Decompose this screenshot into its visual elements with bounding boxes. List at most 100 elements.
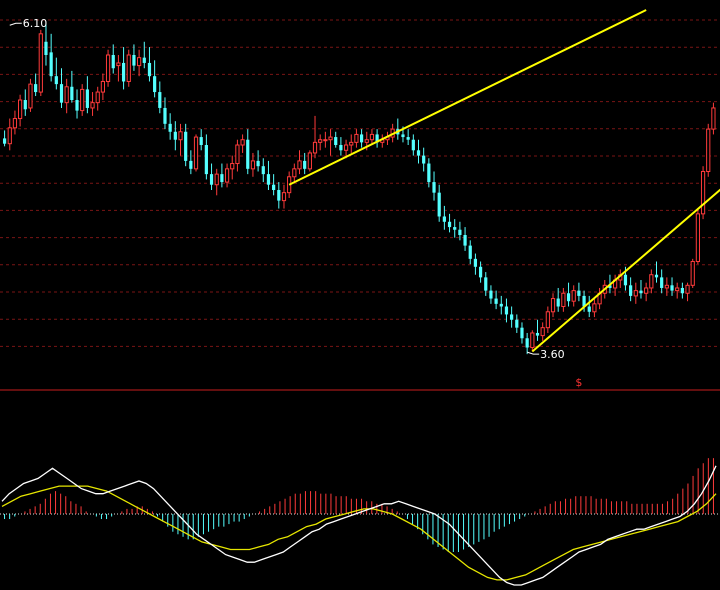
candle-body xyxy=(49,52,53,77)
candle xyxy=(199,129,203,151)
candle xyxy=(100,73,105,101)
candle xyxy=(515,314,519,333)
candle xyxy=(571,285,576,307)
candle-body xyxy=(303,160,307,169)
candle-body xyxy=(163,107,167,124)
candle-body xyxy=(442,216,446,222)
candle-body xyxy=(95,91,100,104)
candle xyxy=(468,240,472,265)
candle xyxy=(256,150,260,172)
candle xyxy=(587,295,591,318)
candle xyxy=(193,134,199,172)
candle xyxy=(85,76,89,114)
candle xyxy=(550,293,556,318)
candle-body xyxy=(312,141,318,154)
candle xyxy=(95,86,100,111)
candle xyxy=(437,184,441,222)
candle xyxy=(281,184,287,209)
candle-body xyxy=(432,182,436,193)
candlestick-series xyxy=(2,23,716,355)
candle-body xyxy=(349,141,354,146)
macd-dif-line xyxy=(1,465,717,586)
candle xyxy=(7,118,12,151)
candle xyxy=(312,115,318,159)
candle-body xyxy=(359,134,364,143)
candle-body xyxy=(354,133,359,143)
annotation-pointer xyxy=(9,22,22,26)
candle xyxy=(235,139,240,172)
candle-body xyxy=(406,137,410,140)
candle xyxy=(597,287,602,310)
candle-body xyxy=(535,332,540,336)
candle-body xyxy=(458,229,462,236)
candle xyxy=(525,332,529,355)
candle xyxy=(566,282,571,307)
candle-body xyxy=(489,290,493,299)
candle xyxy=(618,269,623,288)
price-annotations: 6.10 3.60 $ xyxy=(9,17,582,389)
candle xyxy=(70,70,74,103)
candle-body xyxy=(34,84,38,93)
candle-body xyxy=(649,274,654,289)
candle-body xyxy=(178,131,183,141)
candle xyxy=(153,60,157,98)
candle-body xyxy=(126,54,131,82)
candle-body xyxy=(328,136,333,141)
candle xyxy=(38,29,43,97)
candle-body xyxy=(111,55,115,69)
candle-body xyxy=(520,327,524,339)
candle-body xyxy=(629,285,633,296)
candle-body xyxy=(214,173,219,186)
candle xyxy=(499,295,503,315)
candle xyxy=(158,81,162,114)
candle-body xyxy=(437,192,441,217)
candle xyxy=(494,290,498,310)
candle xyxy=(545,306,550,333)
candle-body xyxy=(281,192,287,202)
candle-body xyxy=(540,327,545,337)
candle-body xyxy=(473,258,478,267)
candle xyxy=(664,277,669,296)
candle-body xyxy=(484,277,488,291)
candle xyxy=(142,41,146,69)
candle-body xyxy=(2,138,7,144)
candle-body xyxy=(100,80,105,93)
candle xyxy=(685,282,690,302)
candle xyxy=(64,78,69,114)
candle xyxy=(328,129,333,156)
candle-body xyxy=(639,290,643,294)
candle-body xyxy=(121,62,126,82)
candle-body xyxy=(685,284,690,294)
candle-body xyxy=(339,145,343,151)
candle xyxy=(277,182,281,209)
candle-body xyxy=(592,303,597,313)
candle xyxy=(220,163,224,188)
candle-body xyxy=(700,170,706,215)
candle-body xyxy=(105,54,111,82)
candle xyxy=(406,129,410,146)
candle-body xyxy=(240,139,245,146)
candle-body xyxy=(70,86,74,101)
candle-body xyxy=(38,33,43,93)
candle-body xyxy=(132,55,136,66)
candle-body xyxy=(427,163,431,183)
candle xyxy=(116,55,121,82)
low-price-label: 3.60 xyxy=(540,348,565,361)
candle xyxy=(520,322,524,344)
candle-body xyxy=(220,174,224,183)
candle-body xyxy=(447,221,452,228)
candle-body xyxy=(561,292,566,307)
candle xyxy=(323,131,328,148)
candle xyxy=(447,213,452,233)
candle-body xyxy=(204,145,208,175)
candle xyxy=(132,44,136,71)
candle-body xyxy=(277,190,281,201)
candle-body xyxy=(494,298,498,304)
candle xyxy=(75,89,79,119)
candle xyxy=(489,285,493,304)
candle-body xyxy=(695,213,700,262)
candle xyxy=(411,134,415,156)
candle xyxy=(510,306,514,328)
candle-body xyxy=(711,107,716,130)
candle-body xyxy=(416,150,421,156)
